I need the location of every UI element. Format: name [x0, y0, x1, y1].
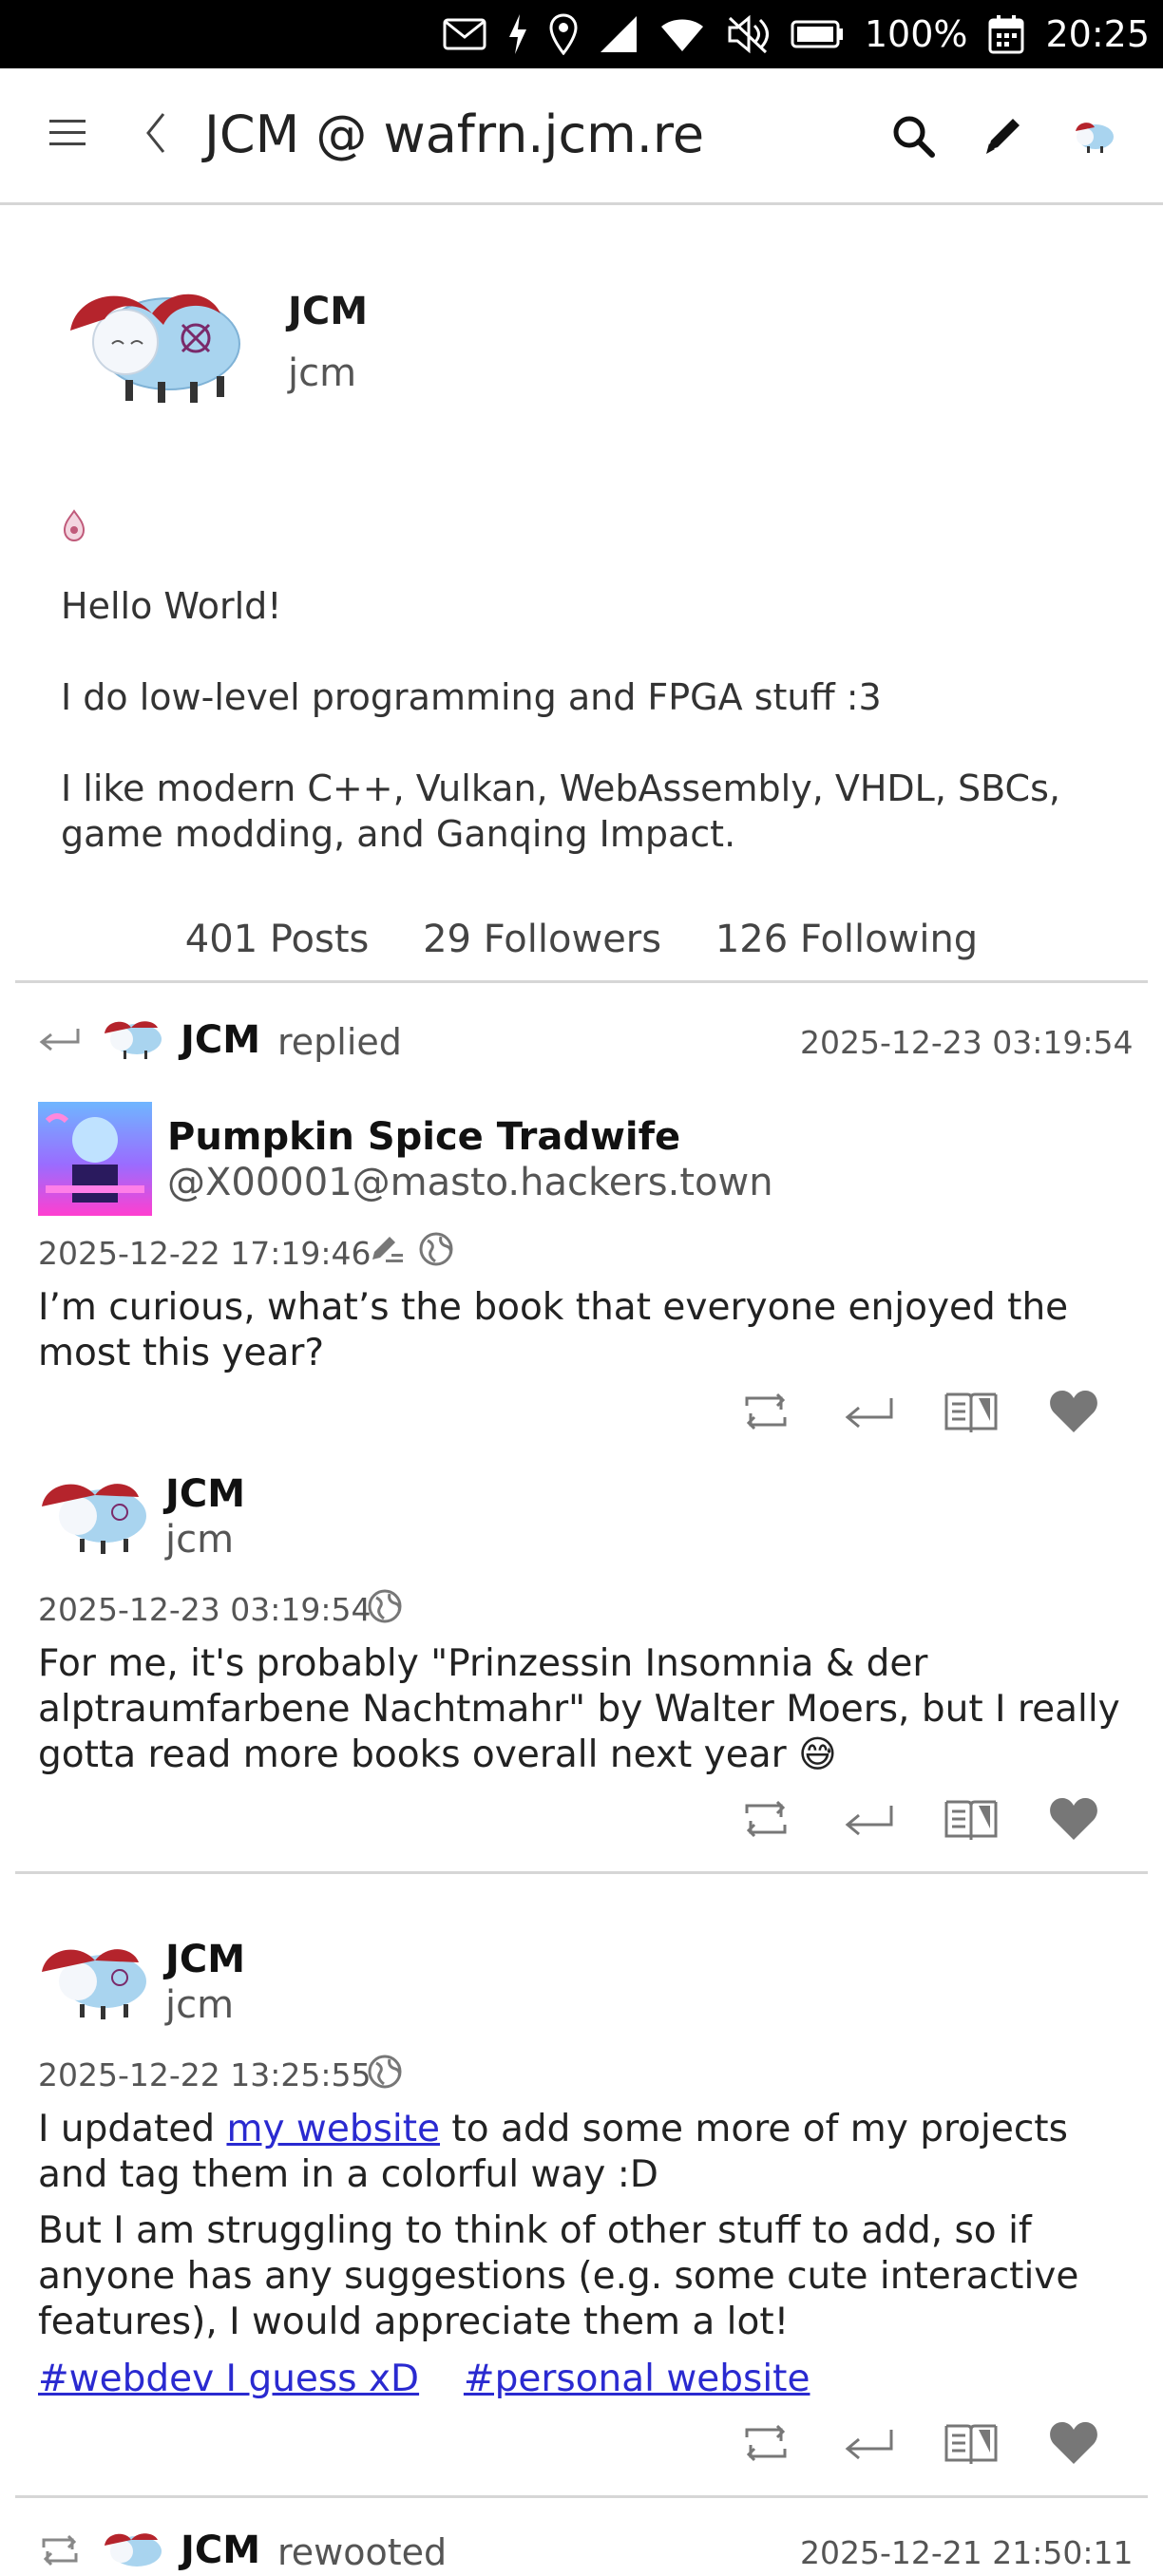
rewoot-button[interactable] — [715, 1796, 817, 1842]
globe-icon — [367, 1588, 403, 1628]
profile-name: JCM — [288, 290, 369, 333]
bio-line: I do low-level programming and FPGA stuf… — [61, 676, 882, 718]
profile-handle: jcm — [288, 351, 357, 395]
profile-bio: Hello World! I do low-level programming … — [61, 583, 1106, 902]
flash-icon — [507, 14, 528, 54]
page-title: JCM @ wafrn.jcm.re — [204, 104, 705, 164]
hashtag-link[interactable]: #personal website — [464, 2358, 810, 2400]
mute-icon — [726, 14, 770, 54]
like-button[interactable] — [1022, 2420, 1125, 2466]
following-count[interactable]: 126 Following — [715, 918, 978, 961]
reply-button[interactable] — [817, 1796, 920, 1842]
globe-icon — [367, 2054, 403, 2093]
author-avatar[interactable] — [99, 1014, 165, 1064]
post-action-label: replied — [277, 1021, 402, 1063]
post-text-part: I updated — [38, 2108, 227, 2150]
search-icon[interactable] — [891, 114, 935, 161]
post-actions — [715, 1389, 1125, 1434]
hashtag-link[interactable]: #webdev I guess xD — [38, 2358, 419, 2400]
bio-line: I like modern C++, Vulkan, WebAssembly, … — [61, 767, 1060, 855]
post-actions — [715, 2420, 1125, 2466]
like-button[interactable] — [1022, 1389, 1125, 1434]
post-author-name[interactable]: JCM — [181, 1018, 260, 1062]
post-action-label: rewooted — [277, 2531, 448, 2573]
followers-count[interactable]: 29 Followers — [423, 918, 661, 961]
rewoot-button[interactable] — [715, 2420, 817, 2466]
divider — [15, 980, 1148, 983]
status-bar: 100% 20:25 — [0, 0, 1163, 68]
post-date[interactable]: 2025-12-22 13:25:55 — [38, 2056, 371, 2093]
post-author-name[interactable]: JCM — [165, 1938, 245, 1981]
rewoot-button[interactable] — [715, 1389, 817, 1434]
battery-percent: 100% — [864, 13, 968, 55]
wifi-icon — [659, 15, 705, 53]
avatar[interactable] — [1070, 116, 1117, 158]
reply-icon — [38, 1027, 82, 1059]
bio-line: Hello World! — [61, 585, 282, 627]
reply-post-text: For me, it's probably "Prinzessin Insomn… — [38, 1642, 1120, 1776]
signal-icon — [599, 14, 639, 54]
post-text: I updated my website to add some more of… — [38, 2107, 1131, 2198]
quote-button[interactable] — [920, 1389, 1022, 1434]
parent-author-handle[interactable]: @X00001@masto.hackers.town — [167, 1161, 773, 1204]
back-icon[interactable] — [144, 110, 167, 160]
parent-author-name[interactable]: Pumpkin Spice Tradwife — [167, 1115, 680, 1159]
post-date[interactable]: 2025-12-23 03:19:54 — [800, 1024, 1133, 1061]
posts-count[interactable]: 401 Posts — [185, 918, 370, 961]
rewoot-icon — [38, 2534, 82, 2570]
menu-icon[interactable] — [49, 118, 86, 152]
reply-author-name[interactable]: JCM — [165, 1472, 245, 1516]
reply-button[interactable] — [817, 1389, 920, 1434]
post-text-second: But I am struggling to think of other st… — [38, 2209, 1079, 2343]
like-button[interactable] — [1022, 1796, 1125, 1842]
post-tags: #webdev I guess xD #personal website — [38, 2357, 1131, 2402]
author-avatar[interactable] — [99, 2527, 165, 2576]
post-author-avatar[interactable] — [38, 1938, 152, 2023]
reply-author-handle[interactable]: jcm — [165, 1518, 234, 1562]
profile-avatar[interactable] — [59, 275, 245, 408]
edited-icon — [369, 1233, 405, 1269]
post-actions — [715, 1796, 1125, 1842]
post-author-name[interactable]: JCM — [181, 2529, 260, 2572]
profile-stats: 401 Posts 29 Followers 126 Following — [0, 918, 1163, 961]
location-icon — [549, 13, 578, 55]
reply-author-avatar[interactable] — [38, 1472, 152, 1558]
parent-avatar[interactable] — [38, 1102, 152, 1220]
calendar-icon — [988, 14, 1024, 54]
emoji-icon — [61, 509, 87, 545]
divider — [15, 2495, 1148, 2498]
top-bar: JCM @ wafrn.jcm.re — [0, 68, 1163, 205]
reply-date[interactable]: 2025-12-23 03:19:54 — [38, 1591, 371, 1628]
post-date[interactable]: 2025-12-21 21:50:11 — [800, 2534, 1133, 2571]
parent-date[interactable]: 2025-12-22 17:19:46 — [38, 1235, 371, 1272]
clock: 20:25 — [1045, 13, 1150, 55]
pencil-icon[interactable] — [982, 114, 1024, 160]
quote-button[interactable] — [920, 2420, 1022, 2466]
globe-icon — [418, 1231, 454, 1271]
parent-post-text: I’m curious, what’s the book that everyo… — [38, 1286, 1069, 1374]
reply-button[interactable] — [817, 2420, 920, 2466]
battery-icon — [791, 20, 844, 48]
mail-icon — [443, 18, 486, 50]
divider — [15, 1871, 1148, 1874]
website-link[interactable]: my website — [226, 2108, 440, 2150]
post-author-handle[interactable]: jcm — [165, 1983, 234, 2027]
quote-button[interactable] — [920, 1796, 1022, 1842]
